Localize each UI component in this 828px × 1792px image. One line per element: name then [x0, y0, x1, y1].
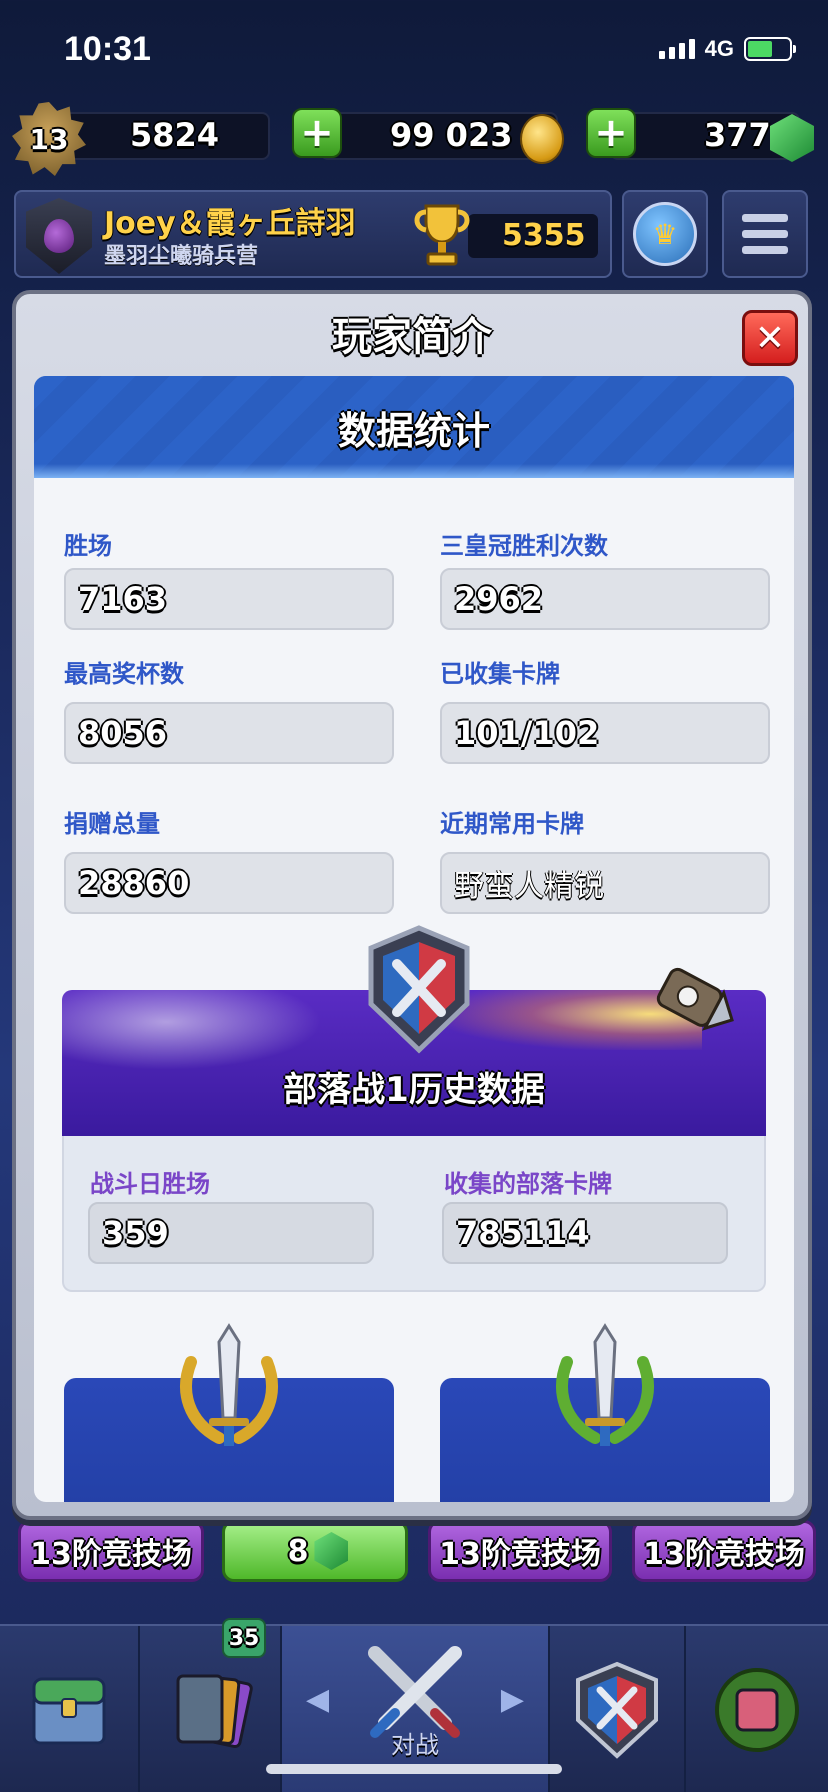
close-button[interactable]: ✕ [742, 310, 798, 366]
three-crown-label: 三皇冠胜利次数 [440, 532, 608, 560]
best-trophies-value: 8056 [78, 714, 168, 752]
favorite-card-field: 野蛮人精锐 [440, 852, 770, 914]
clan-name: 墨羽尘曦骑兵营 [104, 244, 259, 269]
experience-value: 5824 [130, 116, 220, 154]
cards-found-field: 101/102 [440, 702, 770, 764]
status-bar: 10:31 4G [0, 0, 828, 96]
three-crown-field: 2962 [440, 568, 770, 630]
best-trophies-field: 8056 [64, 702, 394, 764]
clan-badge-icon [26, 198, 92, 274]
cards-found-value: 101/102 [454, 714, 600, 752]
clan-war-body: 战斗日胜场 359 收集的部落卡牌 785114 [62, 1136, 766, 1292]
battery-icon [744, 37, 796, 61]
new-cards-badge: 35 [222, 1618, 266, 1658]
donations-field: 28860 [64, 852, 394, 914]
clan-war-emblem-icon [368, 925, 470, 1054]
home-indicator[interactable] [266, 1764, 562, 1774]
modal-title: 玩家简介 [332, 314, 492, 360]
gem-icon [314, 1532, 349, 1570]
add-gold-button[interactable]: + [292, 108, 342, 158]
wins-value: 7163 [78, 580, 168, 618]
status-time: 10:31 [64, 30, 151, 68]
donations-label: 捐赠总量 [64, 810, 160, 838]
gem-offer-value: 8 [287, 1533, 309, 1569]
gold-value: 99 023 [390, 116, 513, 154]
gold-coin-icon [520, 114, 564, 164]
level-value: 13 [29, 122, 69, 156]
clan-cards-field: 785114 [442, 1202, 728, 1264]
chevron-right-icon[interactable]: ▶ [501, 1682, 524, 1717]
cards-found-label: 已收集卡牌 [440, 660, 560, 688]
close-icon: ✕ [754, 317, 786, 359]
player-bar[interactable]: Joey＆霞ヶ丘詩羽 墨羽尘曦骑兵营 5355 [14, 190, 612, 278]
stats-panel[interactable]: 数据统计 胜场 7163 最高奖杯数 8056 捐赠总量 28860 三皇冠胜利… [34, 376, 794, 1502]
resource-bar: 13 5824 + 99 023 + 377 [0, 100, 828, 180]
cloud-decoration [62, 990, 322, 1070]
menu-icon [742, 214, 788, 254]
war-day-wins-label: 战斗日胜场 [90, 1170, 210, 1198]
chevron-left-icon[interactable]: ◀ [306, 1682, 329, 1717]
clan-cards-value: 785114 [456, 1214, 590, 1252]
tab-clan[interactable] [550, 1626, 686, 1792]
menu-button[interactable] [722, 190, 808, 278]
king-profile-button[interactable]: ♛ [622, 190, 708, 278]
player-profile-modal: 玩家简介 ✕ 数据统计 胜场 7163 最高奖杯数 8056 捐赠总量 2886… [12, 290, 812, 1520]
events-icon [715, 1668, 799, 1752]
network-type: 4G [704, 36, 734, 61]
tab-events[interactable] [686, 1626, 828, 1792]
favorite-card-label: 近期常用卡牌 [440, 810, 584, 838]
favorite-card-value: 野蛮人精锐 [454, 869, 604, 904]
arena-chest-slot-2[interactable]: 13阶竞技场 [428, 1520, 612, 1582]
battle-tab-label: 对战 [391, 1731, 439, 1759]
status-indicators: 4G [658, 36, 796, 62]
arena-row: 13阶竞技场 8 13阶竞技场 13阶竞技场 [0, 1520, 828, 1592]
cards-icon [176, 1674, 253, 1749]
shop-icon [32, 1677, 106, 1745]
stats-header: 数据统计 [34, 376, 794, 478]
clan-war-title: 部落战1历史数据 [283, 1070, 545, 1110]
rocket-icon [656, 967, 734, 1031]
arena-chest-slot-1[interactable]: 13阶竞技场 [18, 1520, 204, 1582]
player-name: Joey＆霞ヶ丘詩羽 [104, 206, 356, 241]
gold-laurel-sword-icon [180, 1323, 278, 1446]
gem-offer-button[interactable]: 8 [222, 1520, 408, 1582]
clan-icon [576, 1661, 658, 1759]
trophy-count: 5355 [502, 218, 586, 253]
arena-chest-slot-3[interactable]: 13阶竞技场 [632, 1520, 816, 1582]
green-laurel-sword-icon [556, 1323, 654, 1446]
donations-value: 28860 [78, 864, 190, 902]
gems-value: 377 [704, 116, 771, 154]
stats-section-title: 数据统计 [337, 408, 490, 453]
crown-icon: ♛ [633, 202, 697, 266]
add-gems-button[interactable]: + [586, 108, 636, 158]
three-crown-value: 2962 [454, 580, 544, 618]
best-trophies-label: 最高奖杯数 [64, 660, 184, 688]
signal-icon [658, 39, 695, 59]
wins-label: 胜场 [64, 532, 112, 560]
war-day-wins-value: 359 [102, 1214, 169, 1252]
tab-shop[interactable] [0, 1626, 140, 1792]
war-day-wins-field: 359 [88, 1202, 374, 1264]
wins-field: 7163 [64, 568, 394, 630]
trophy-icon [414, 204, 470, 266]
clan-cards-label: 收集的部落卡牌 [444, 1170, 612, 1198]
